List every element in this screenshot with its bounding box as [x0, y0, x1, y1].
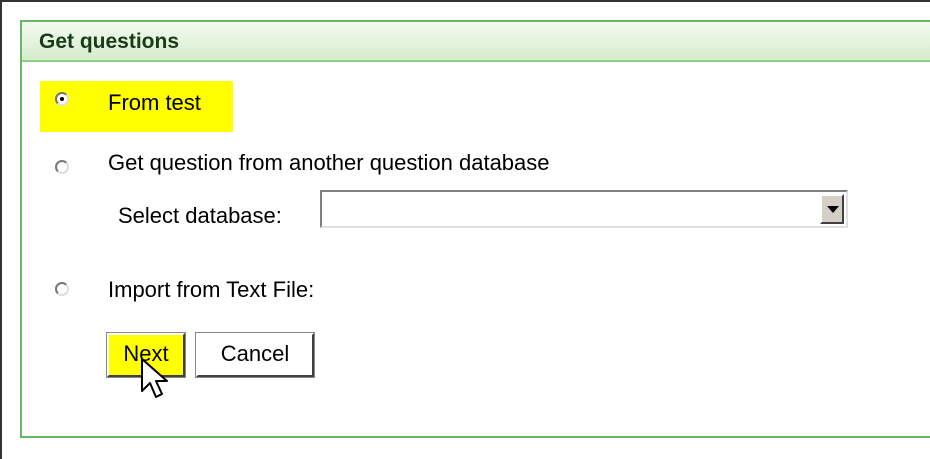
option-another-database-label[interactable]: Get question from another question datab…: [108, 150, 550, 176]
panel-title: Get questions: [39, 30, 180, 53]
triangle-down-icon: [827, 206, 839, 213]
radio-selected-dot: [60, 97, 64, 101]
database-select[interactable]: [320, 190, 848, 228]
radio-import-text-file[interactable]: [55, 282, 69, 296]
option-from-test-label[interactable]: From test: [108, 90, 201, 116]
option-import-text-file-label[interactable]: Import from Text File:: [108, 277, 314, 303]
cancel-button[interactable]: Cancel: [195, 332, 315, 378]
radio-another-database[interactable]: [55, 160, 69, 174]
cancel-button-label: Cancel: [220, 341, 290, 366]
arrow-pointer-icon: [141, 358, 168, 398]
radio-from-test[interactable]: [55, 92, 69, 106]
select-dropdown-button[interactable]: [820, 194, 844, 224]
select-database-label: Select database:: [118, 203, 282, 228]
panel-header: Get questions: [22, 22, 930, 62]
